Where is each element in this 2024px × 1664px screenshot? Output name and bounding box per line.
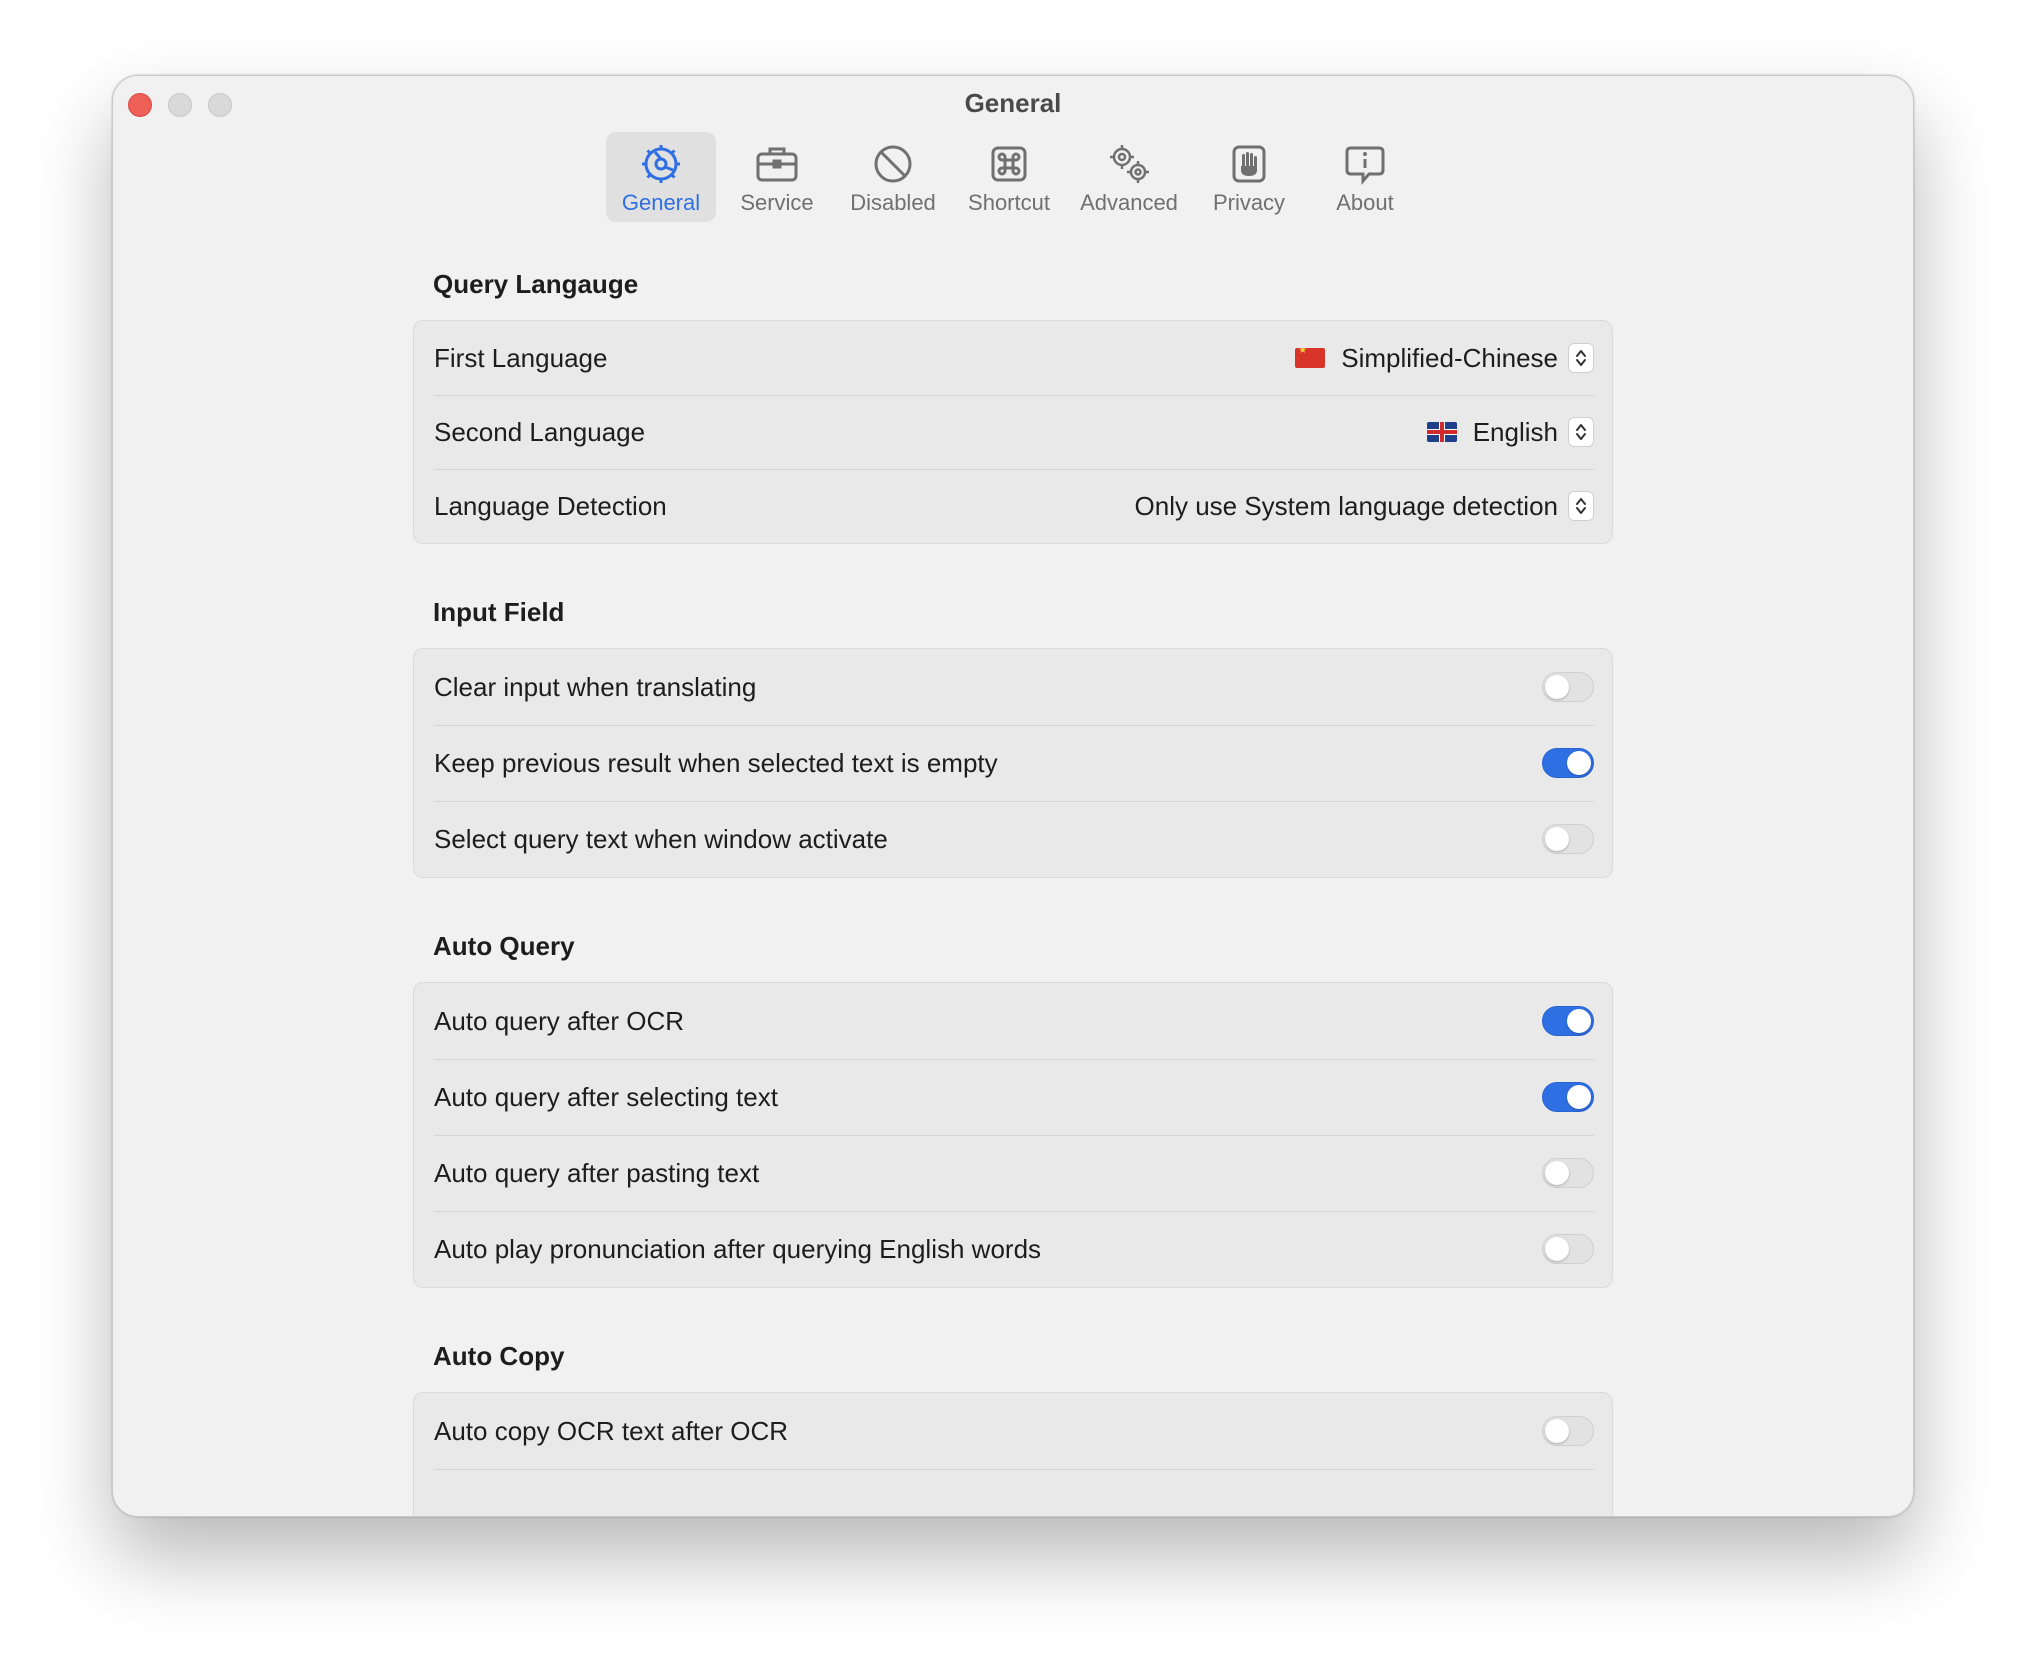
gears-icon: [1110, 145, 1149, 183]
select-query-text-label: Select query text when window activate: [434, 823, 888, 854]
tab-service[interactable]: Service: [722, 132, 832, 222]
auto-copy-group: Auto copy OCR text after OCR: [413, 1392, 1613, 1516]
preferences-toolbar: General Service Disabled Shortcut Advanc…: [113, 132, 1913, 222]
briefcase-icon: [756, 147, 798, 182]
tab-disabled[interactable]: Disabled: [838, 132, 948, 222]
auto-query-ocr-row: Auto query after OCR: [414, 983, 1612, 1059]
keep-previous-result-row: Keep previous result when selected text …: [414, 725, 1612, 801]
general-settings-content: Query Langauge First Language Simplified…: [413, 266, 1613, 1516]
auto-query-pasting-toggle[interactable]: [1542, 1158, 1594, 1188]
tab-general[interactable]: General: [606, 132, 716, 222]
tab-advanced[interactable]: Advanced: [1070, 132, 1188, 222]
auto-query-pasting-label: Auto query after pasting text: [434, 1157, 760, 1188]
chevron-up-down-icon: [1568, 343, 1594, 373]
tab-advanced-label: Advanced: [1080, 190, 1178, 215]
auto-copy-ocr-row: Auto copy OCR text after OCR: [414, 1393, 1612, 1469]
keep-previous-result-label: Keep previous result when selected text …: [434, 747, 998, 778]
auto-query-pasting-row: Auto query after pasting text: [414, 1135, 1612, 1211]
tab-shortcut-label: Shortcut: [968, 190, 1050, 215]
clear-input-toggle[interactable]: [1542, 672, 1594, 702]
tab-disabled-label: Disabled: [850, 190, 936, 215]
input-field-group: Clear input when translating Keep previo…: [413, 648, 1613, 878]
select-query-text-toggle[interactable]: [1542, 824, 1594, 854]
auto-play-pronunciation-row: Auto play pronunciation after querying E…: [414, 1211, 1612, 1287]
select-query-text-row: Select query text when window activate: [414, 801, 1612, 877]
second-language-row: Second Language English: [414, 395, 1612, 469]
language-detection-popup[interactable]: Only use System language detection: [1135, 491, 1594, 522]
first-language-row: First Language Simplified-Chinese: [414, 321, 1612, 395]
tab-privacy-label: Privacy: [1212, 190, 1286, 215]
command-key-icon: [991, 146, 1027, 182]
desktop: General General Service Disabled Shortcu…: [0, 0, 2024, 1664]
china-flag-icon: [1295, 348, 1326, 368]
window-title: General: [964, 88, 1062, 118]
first-language-label: First Language: [434, 342, 608, 373]
language-detection-value: Only use System language detection: [1134, 490, 1558, 521]
gear-icon: [642, 145, 680, 183]
auto-copy-cutoff-row: [414, 1469, 1612, 1516]
auto-query-selecting-toggle[interactable]: [1542, 1082, 1594, 1112]
auto-query-ocr-label: Auto query after OCR: [434, 1005, 684, 1036]
first-language-popup[interactable]: Simplified-Chinese: [1295, 343, 1594, 374]
uk-flag-icon: [1426, 422, 1457, 442]
second-language-value: English: [1472, 416, 1558, 447]
tab-general-label: General: [621, 190, 701, 215]
chevron-up-down-icon: [1568, 417, 1594, 447]
auto-play-pronunciation-toggle[interactable]: [1542, 1234, 1594, 1264]
tab-privacy[interactable]: Privacy: [1194, 132, 1304, 222]
keep-previous-result-toggle[interactable]: [1542, 748, 1594, 778]
auto-copy-ocr-label: Auto copy OCR text after OCR: [434, 1415, 789, 1446]
query-language-group: First Language Simplified-Chinese Second…: [413, 320, 1613, 544]
section-title-auto-copy: Auto Copy: [433, 1341, 565, 1371]
hand-icon: [1232, 145, 1266, 183]
first-language-value: Simplified-Chinese: [1341, 342, 1558, 373]
chevron-up-down-icon: [1568, 491, 1594, 521]
settings-window: General General Service Disabled Shortcu…: [112, 75, 1914, 1517]
tab-about[interactable]: About: [1310, 132, 1420, 222]
prohibited-icon: [874, 145, 912, 183]
section-title-input-field: Input Field: [433, 597, 565, 627]
auto-play-pronunciation-label: Auto play pronunciation after querying E…: [434, 1233, 1042, 1264]
language-detection-row: Language Detection Only use System langu…: [414, 469, 1612, 543]
section-title-query-language: Query Langauge: [433, 269, 639, 299]
tab-about-label: About: [1336, 190, 1394, 215]
second-language-label: Second Language: [434, 416, 646, 447]
auto-query-ocr-toggle[interactable]: [1542, 1006, 1594, 1036]
section-title-auto-query: Auto Query: [433, 931, 575, 961]
info-bubble-icon: [1345, 146, 1385, 186]
auto-query-selecting-row: Auto query after selecting text: [414, 1059, 1612, 1135]
auto-query-selecting-label: Auto query after selecting text: [434, 1081, 778, 1112]
auto-copy-ocr-toggle[interactable]: [1542, 1416, 1594, 1446]
tab-service-label: Service: [740, 190, 814, 215]
second-language-popup[interactable]: English: [1426, 416, 1594, 448]
tab-shortcut[interactable]: Shortcut: [954, 132, 1064, 222]
clear-input-row: Clear input when translating: [414, 649, 1612, 725]
language-detection-label: Language Detection: [434, 490, 667, 521]
clear-input-label: Clear input when translating: [434, 671, 757, 702]
auto-query-group: Auto query after OCR Auto query after se…: [413, 982, 1613, 1288]
